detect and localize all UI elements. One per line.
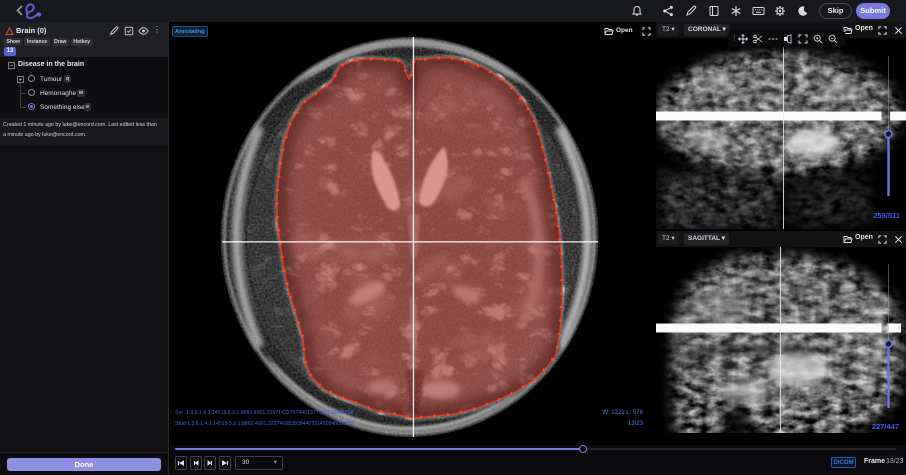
svg-text:259/511: 259/511 (873, 211, 900, 220)
svg-text:227/447: 227/447 (872, 422, 899, 431)
